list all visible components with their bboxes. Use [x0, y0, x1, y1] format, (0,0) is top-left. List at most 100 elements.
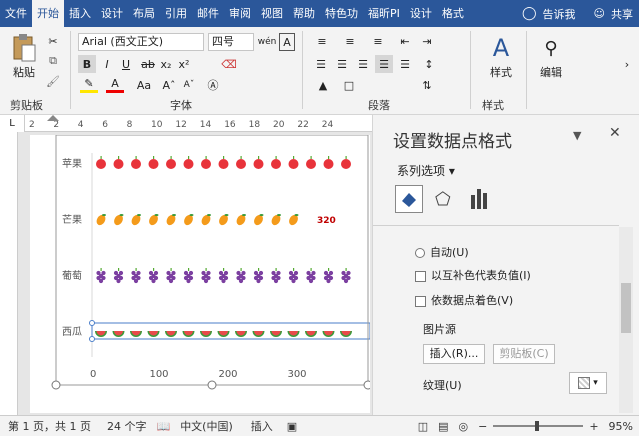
chart[interactable]: 苹果芒果葡萄西瓜 320 0 100 200 300 [30, 134, 373, 413]
zoom-in-icon[interactable]: + [589, 420, 598, 433]
search-icon[interactable]: ⚲ [538, 33, 564, 63]
zoom-out-icon[interactable]: − [478, 420, 487, 433]
bar-grape[interactable] [96, 268, 351, 284]
bar-mango[interactable] [95, 213, 300, 227]
series-options-label[interactable]: 系列选项 ▾ [397, 162, 455, 179]
pane-dropdown-icon[interactable]: ▼ [573, 129, 581, 142]
superscript-icon[interactable]: x² [176, 55, 192, 73]
tab-file[interactable]: 文件 [0, 0, 32, 27]
underline-button[interactable]: U [118, 55, 134, 73]
copy-icon[interactable]: ⧉ [45, 53, 61, 69]
insert-mode[interactable]: 插入 [251, 418, 273, 434]
ruler-tick-label: 16 [224, 120, 236, 130]
zoom-slider[interactable] [493, 421, 584, 431]
tab-home[interactable]: 开始 [32, 0, 64, 27]
phonetic-guide-icon[interactable]: wén [258, 33, 277, 51]
effects-icon[interactable]: ⬠ [435, 189, 451, 210]
change-case-button[interactable]: Aa [132, 77, 156, 93]
resize-handle[interactable] [207, 380, 217, 390]
zoom-level[interactable]: 95% [609, 420, 633, 433]
insert-picture-button[interactable]: 插入(R)... [423, 344, 485, 364]
tab-references[interactable]: 引用 [160, 0, 192, 27]
cut-icon[interactable]: ✂ [45, 33, 61, 49]
align-left-icon[interactable]: ☰ [312, 55, 330, 73]
sort-icon[interactable]: ⇅ [418, 77, 436, 93]
share-button[interactable]: 共享 [611, 6, 633, 22]
tab-design[interactable]: 设计 [96, 0, 128, 27]
numbering-icon[interactable]: ≡ [338, 33, 362, 49]
collapse-ribbon-icon[interactable]: › [620, 57, 634, 71]
auto-radio[interactable]: 自动(U) [415, 244, 469, 260]
resize-handle[interactable] [51, 380, 61, 390]
selection-handle[interactable] [89, 336, 95, 342]
fill-line-icon[interactable] [395, 185, 423, 213]
page-count[interactable]: 第 1 页，共 1 页 [8, 418, 91, 434]
web-layout-icon[interactable]: ◎ [459, 420, 469, 433]
tab-chart-design[interactable]: 设计 [405, 0, 437, 27]
selection-handle[interactable] [89, 320, 95, 326]
tab-layout[interactable]: 布局 [128, 0, 160, 27]
justify-icon[interactable]: ☰ [375, 55, 393, 73]
tab-foxit[interactable]: 福昕PI [363, 0, 405, 27]
editing-button[interactable]: 编辑 [534, 65, 568, 79]
bar-apple[interactable] [96, 156, 351, 169]
clear-format-icon[interactable]: ⌫ [220, 55, 238, 73]
shrink-font-icon[interactable]: Aˇ [180, 77, 198, 93]
bar-watermelon[interactable] [95, 331, 352, 337]
styles-icon[interactable]: A [488, 33, 514, 63]
macro-icon[interactable]: ▣ [287, 420, 297, 433]
decrease-indent-icon[interactable]: ⇤ [396, 33, 414, 49]
subscript-icon[interactable]: x₂ [158, 55, 174, 73]
highlight-icon[interactable]: ✎ [80, 77, 98, 93]
indent-marker-icon[interactable] [47, 115, 59, 121]
pane-scrollbar[interactable] [619, 227, 633, 413]
vary-colors-checkbox[interactable]: 依数据点着色(V) [415, 292, 513, 308]
bold-button[interactable]: B [78, 55, 96, 73]
tab-help[interactable]: 帮助 [288, 0, 320, 27]
paste-button[interactable]: 粘贴 [10, 65, 38, 79]
texture-dropdown[interactable]: ▾ [569, 372, 607, 394]
distributed-icon[interactable]: ☰ [396, 55, 414, 73]
paste-icon[interactable] [10, 33, 38, 63]
char-border-icon[interactable]: A [279, 33, 295, 51]
tab-special[interactable]: 特色功 [320, 0, 363, 27]
styles-button[interactable]: 样式 [484, 65, 518, 79]
strikethrough-icon[interactable]: ab [140, 55, 156, 73]
tab-review[interactable]: 审阅 [224, 0, 256, 27]
tab-format[interactable]: 格式 [437, 0, 469, 27]
print-layout-icon[interactable]: ▤ [438, 420, 448, 433]
language[interactable]: 中文(中国) [180, 418, 233, 434]
resize-handle[interactable] [363, 380, 373, 390]
close-icon[interactable]: ✕ [609, 125, 621, 141]
enclose-char-icon[interactable]: Ⓐ [204, 77, 222, 93]
increase-indent-icon[interactable]: ⇥ [418, 33, 436, 49]
font-name-select[interactable]: Arial (西文正文) [78, 33, 204, 51]
read-mode-icon[interactable]: ◫ [418, 420, 428, 433]
apple-mark [306, 159, 316, 169]
tell-me-box[interactable]: 告诉我 [543, 6, 576, 22]
series-options-icon[interactable] [469, 187, 489, 212]
bullets-icon[interactable]: ≡ [310, 33, 334, 49]
font-group-label: 字体 [170, 99, 192, 112]
italic-button[interactable]: I [99, 55, 115, 73]
clipboard-button[interactable]: 剪贴板(C) [493, 344, 555, 364]
align-center-icon[interactable]: ☰ [333, 55, 351, 73]
tab-insert[interactable]: 插入 [64, 0, 96, 27]
line-spacing-icon[interactable]: ↕ [420, 55, 438, 73]
font-color-icon[interactable]: A [106, 77, 124, 93]
borders-icon[interactable]: □ [340, 77, 358, 93]
tab-mailings[interactable]: 邮件 [192, 0, 224, 27]
tab-selector[interactable]: L [0, 115, 25, 132]
invert-negative-checkbox[interactable]: 以互补色代表负值(I) [415, 267, 531, 283]
tab-view[interactable]: 视图 [256, 0, 288, 27]
format-painter-icon[interactable]: 🖌 [45, 73, 61, 89]
chart-frame[interactable] [55, 134, 369, 386]
word-count[interactable]: 24 个字 [107, 418, 147, 434]
grow-font-icon[interactable]: Aˆ [160, 77, 178, 93]
apple-stem [223, 156, 225, 159]
shading-icon[interactable]: ▲ [314, 77, 332, 93]
multilevel-icon[interactable]: ≡ [366, 33, 390, 49]
proofing-icon[interactable]: 📖 [156, 420, 170, 433]
font-size-select[interactable]: 四号 [208, 33, 254, 51]
align-right-icon[interactable]: ☰ [354, 55, 372, 73]
